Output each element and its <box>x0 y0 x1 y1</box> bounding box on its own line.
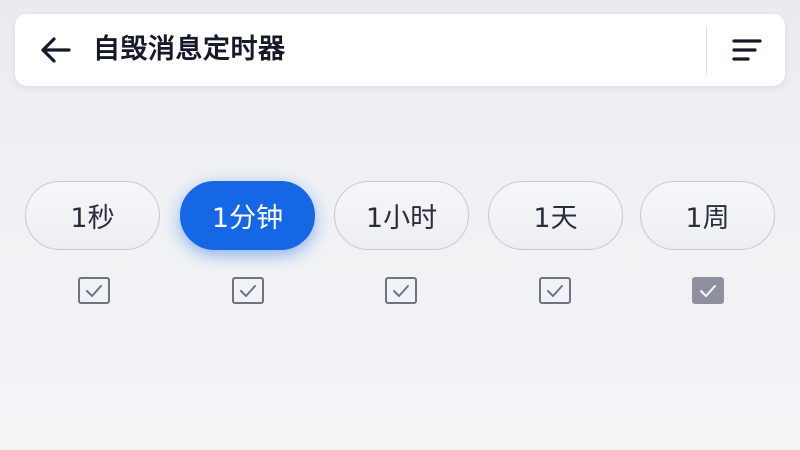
timer-option-1-week[interactable]: 1周 <box>640 181 775 250</box>
page-title: 自毁消息定时器 <box>93 34 286 65</box>
back-button[interactable] <box>35 32 75 68</box>
sort-lines-icon <box>732 39 762 61</box>
checkbox-1-second[interactable] <box>78 277 110 304</box>
timer-option-1-day[interactable]: 1天 <box>488 181 623 250</box>
checkmark-icon <box>700 284 716 297</box>
checkbox-1-hour[interactable] <box>385 277 417 304</box>
timer-option-1-hour[interactable]: 1小时 <box>334 181 469 250</box>
checkmark-icon <box>393 284 409 297</box>
timer-option-1-minute[interactable]: 1分钟 <box>180 181 315 250</box>
timer-option-1-second[interactable]: 1秒 <box>25 181 160 250</box>
checkbox-1-day[interactable] <box>539 277 571 304</box>
checkmark-icon <box>547 284 563 297</box>
sort-menu-button[interactable] <box>725 32 769 68</box>
header-divider <box>706 26 707 74</box>
arrow-left-icon <box>41 37 71 63</box>
checkmark-icon <box>240 284 256 297</box>
app-bar: 自毁消息定时器 <box>15 14 785 86</box>
checkmark-icon <box>86 284 102 297</box>
checkbox-1-minute[interactable] <box>232 277 264 304</box>
checkbox-1-week[interactable] <box>692 277 724 304</box>
